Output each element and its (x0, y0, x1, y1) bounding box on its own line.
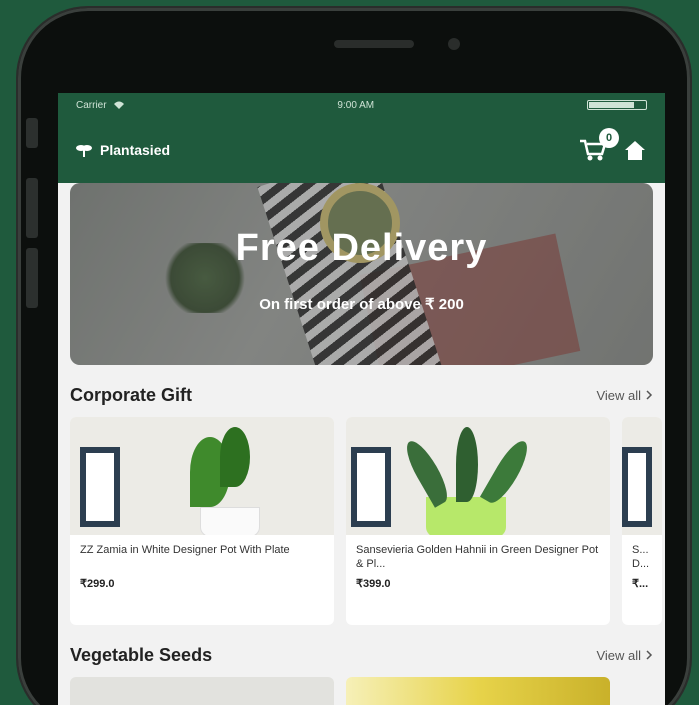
frame-decoration (80, 447, 120, 527)
product-name: S... D... (632, 544, 650, 570)
camera (448, 38, 460, 50)
plant-logo-icon (76, 145, 92, 157)
product-name: Sansevieria Golden Hahnii in Green Desig… (356, 544, 599, 570)
app-bar: Plantasied 0 (58, 117, 665, 183)
home-icon[interactable] (623, 139, 647, 161)
brand-name: Plantasied (100, 142, 171, 158)
product-card[interactable] (346, 677, 610, 705)
product-card[interactable]: S... D... ₹... (622, 417, 662, 625)
product-price: ₹399.0 (356, 578, 391, 590)
product-image (622, 417, 662, 535)
side-button (26, 178, 38, 238)
pot-decoration (200, 507, 260, 535)
app-screen: Carrier 9:00 AM Plantasied 0 Free Delive… (58, 93, 665, 705)
chevron-right-icon (646, 390, 653, 400)
side-button (26, 248, 38, 308)
cart-count-badge: 0 (599, 128, 619, 148)
frame-decoration (351, 447, 391, 527)
product-image (346, 417, 610, 535)
battery-fill (588, 102, 634, 108)
leaf-decoration (220, 427, 250, 487)
battery-indicator (586, 100, 647, 110)
banner-title: Free Delivery (235, 227, 488, 269)
product-price: ₹299.0 (80, 578, 115, 590)
status-time: 9:00 AM (337, 99, 375, 111)
product-card[interactable]: ZZ Zamia in White Designer Pot With Plat… (70, 417, 334, 625)
product-card[interactable] (70, 677, 334, 705)
section-title: Corporate Gift (70, 384, 193, 405)
view-all-link[interactable]: View all (596, 388, 653, 403)
brand[interactable]: Plantasied (76, 142, 170, 158)
section-header: Vegetable Seeds View all (70, 643, 653, 667)
carrier-label: Carrier (76, 99, 107, 111)
product-carousel[interactable]: ZZ Zamia in White Designer Pot With Plat… (70, 417, 662, 625)
promo-banner[interactable]: Free Delivery On first order of above ₹ … (70, 183, 653, 365)
leaf-decoration (479, 436, 535, 508)
view-all-label: View all (596, 387, 641, 403)
section-title: Vegetable Seeds (70, 644, 213, 665)
side-button (26, 118, 38, 148)
banner-subtitle: On first order of above ₹ 200 (259, 296, 464, 313)
cart-button[interactable]: 0 (579, 128, 619, 162)
chevron-right-icon (646, 650, 653, 660)
product-image (70, 417, 334, 535)
product-price: ₹... (632, 578, 649, 590)
wifi-icon (113, 101, 124, 109)
speaker (334, 40, 414, 48)
leaf-decoration (456, 427, 478, 502)
view-all-label: View all (596, 647, 641, 663)
frame-decoration (622, 447, 652, 527)
product-name: ZZ Zamia in White Designer Pot With Plat… (80, 544, 290, 556)
banner-overlay (70, 183, 653, 365)
product-card[interactable]: Sansevieria Golden Hahnii in Green Desig… (346, 417, 610, 625)
product-carousel[interactable] (70, 677, 653, 705)
status-bar: Carrier 9:00 AM (58, 93, 665, 117)
view-all-link[interactable]: View all (596, 648, 653, 663)
section-header: Corporate Gift View all (70, 383, 653, 407)
